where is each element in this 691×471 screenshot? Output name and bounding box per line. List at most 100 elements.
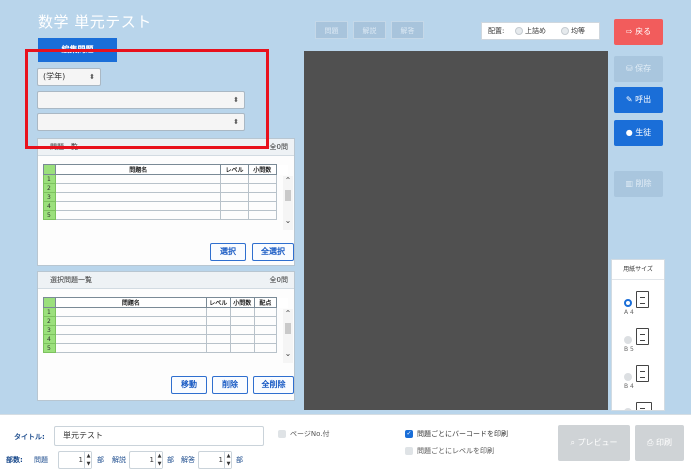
- col-name: 問題名: [55, 297, 207, 308]
- radio-icon: [624, 373, 632, 381]
- back-button[interactable]: ⇨ 戻る: [614, 19, 663, 45]
- table-row[interactable]: 3: [42, 325, 288, 335]
- grade-select[interactable]: (学年) ⬍: [37, 68, 101, 86]
- move-button[interactable]: 移動: [171, 376, 207, 394]
- select-caret-icon: ⬍: [89, 73, 95, 81]
- stepper-icon[interactable]: ▲ ▼: [84, 452, 91, 468]
- scroll-up-icon[interactable]: ⌃: [283, 176, 293, 186]
- scroll-down-icon[interactable]: ⌄: [283, 349, 293, 359]
- problem-table: 問題名 レベル 小問数 1 2 3 4 5: [42, 164, 288, 220]
- delete-button[interactable]: 削除: [212, 376, 248, 394]
- radio-icon: [624, 336, 632, 344]
- grade-select-value: (学年): [43, 72, 66, 81]
- table-row[interactable]: 4: [42, 334, 288, 344]
- table-row[interactable]: 1: [42, 174, 288, 184]
- checkbox-icon: [278, 430, 286, 438]
- table-row[interactable]: 5: [42, 210, 288, 220]
- selected-list-panel: 選択問題一覧 全0問 問題名 レベル 小問数 配点 1 2 3 4 5 ⌃ ⌄ …: [37, 271, 295, 401]
- paper-b4-option[interactable]: B 4: [624, 365, 658, 393]
- print-button[interactable]: ⎙ 印刷: [635, 425, 684, 461]
- answer-copies-input[interactable]: 1 ▲ ▼: [198, 451, 232, 469]
- printer-icon: ⎙: [647, 438, 654, 447]
- col-points: 配点: [253, 297, 277, 308]
- col-subcount: 小問数: [247, 164, 277, 175]
- selected-list-header: 選択問題一覧 全0問: [38, 272, 294, 289]
- paper-size-panel: 用紙サイズ A 4 B 5 B 4 B 4: [611, 259, 665, 411]
- title-input[interactable]: 単元テスト: [54, 426, 264, 446]
- page-title: 数学 単元テスト: [38, 13, 152, 31]
- copies-label: 部数:: [6, 456, 23, 464]
- align-top-radio[interactable]: 上詰め: [515, 23, 546, 39]
- alignment-label: 配置:: [488, 27, 505, 35]
- barcode-checkbox[interactable]: ✓ 問題ごとにバーコードを印刷: [405, 429, 508, 439]
- answer-toggle-button[interactable]: 解答: [391, 21, 424, 39]
- preview-button[interactable]: ⌕ プレビュー: [558, 425, 630, 461]
- table-row[interactable]: 2: [42, 316, 288, 326]
- edit-mode-tab[interactable]: 編集問題: [38, 38, 117, 62]
- stepper-icon[interactable]: ▲ ▼: [224, 452, 231, 468]
- table-row[interactable]: 2: [42, 183, 288, 193]
- select-button[interactable]: 選択: [210, 243, 246, 261]
- paper-size-title: 用紙サイズ: [612, 260, 664, 280]
- trash-icon: ▥: [625, 179, 633, 188]
- table-row[interactable]: 5: [42, 343, 288, 353]
- paper-b5-option[interactable]: B 5: [624, 328, 658, 356]
- selected-list-title: 選択問題一覧: [50, 276, 92, 284]
- call-button[interactable]: ✎ 呼出: [614, 87, 663, 113]
- answer-copies-label: 解答: [181, 456, 195, 464]
- explain-copies-label: 解説: [112, 456, 126, 464]
- logout-icon: ⇨: [625, 27, 633, 36]
- checkbox-checked-icon: ✓: [405, 430, 413, 438]
- user-icon: ●: [625, 128, 633, 137]
- align-even-radio[interactable]: 均等: [561, 23, 585, 39]
- scroll-thumb[interactable]: [285, 323, 291, 334]
- col-level: レベル: [205, 297, 231, 308]
- scroll-up-icon[interactable]: ⌃: [283, 309, 293, 319]
- save-button[interactable]: ⛁ 保存: [614, 56, 663, 82]
- radio-selected-icon: [624, 299, 632, 307]
- unit-label: 部: [97, 456, 104, 464]
- select-caret-icon: ⬍: [233, 96, 239, 104]
- table-row[interactable]: 3: [42, 192, 288, 202]
- radio-icon: [561, 27, 569, 35]
- explanation-toggle-button[interactable]: 解説: [353, 21, 386, 39]
- col-name: 問題名: [55, 164, 222, 175]
- side-delete-button[interactable]: ▥ 削除: [614, 171, 663, 197]
- problem-list-title: 問題一覧: [50, 143, 78, 151]
- document-icon: [636, 328, 649, 345]
- scroll-thumb[interactable]: [285, 190, 291, 201]
- row-num-header: [42, 297, 57, 308]
- page-no-checkbox[interactable]: ページNo.付: [278, 429, 329, 439]
- problem-list-header: 問題一覧 全0問: [38, 139, 294, 156]
- unit-label: 部: [236, 456, 243, 464]
- checkbox-icon: [405, 447, 413, 455]
- delete-all-button[interactable]: 全削除: [253, 376, 294, 394]
- table-row[interactable]: 4: [42, 201, 288, 211]
- problem-scrollbar[interactable]: ⌃ ⌄: [283, 176, 293, 230]
- preview-area: [304, 51, 608, 410]
- select-all-button[interactable]: 全選択: [252, 243, 294, 261]
- title-label: タイトル:: [14, 433, 45, 441]
- problem-copies-label: 問題: [34, 456, 48, 464]
- level-checkbox[interactable]: 問題ごとにレベルを印刷: [405, 446, 494, 456]
- problem-toggle-button[interactable]: 問題: [315, 21, 348, 39]
- subunit-select[interactable]: ⬍: [37, 113, 245, 131]
- table-row[interactable]: 1: [42, 307, 288, 317]
- selected-scrollbar[interactable]: ⌃ ⌄: [283, 309, 293, 363]
- paper-a4-option[interactable]: A 4: [624, 291, 658, 319]
- problem-copies-input[interactable]: 1 ▲ ▼: [58, 451, 92, 469]
- document-landscape-icon: [636, 402, 652, 410]
- document-icon: [636, 365, 649, 382]
- student-button[interactable]: ● 生徒: [614, 120, 663, 146]
- problem-list-panel: 問題一覧 全0問 問題名 レベル 小問数 1 2 3 4 5 ⌃ ⌄ 選択 全選…: [37, 138, 295, 266]
- unit-label: 部: [167, 456, 174, 464]
- selected-list-count: 全0問: [269, 276, 288, 284]
- stepper-icon[interactable]: ▲ ▼: [155, 452, 162, 468]
- paper-b4-landscape-option[interactable]: B 4: [624, 400, 658, 410]
- explain-copies-input[interactable]: 1 ▲ ▼: [129, 451, 163, 469]
- unit-select[interactable]: ⬍: [37, 91, 245, 109]
- scroll-down-icon[interactable]: ⌄: [283, 216, 293, 226]
- selected-table: 問題名 レベル 小問数 配点 1 2 3 4 5: [42, 297, 288, 353]
- search-icon: ⌕: [570, 438, 575, 447]
- radio-icon: [624, 408, 632, 410]
